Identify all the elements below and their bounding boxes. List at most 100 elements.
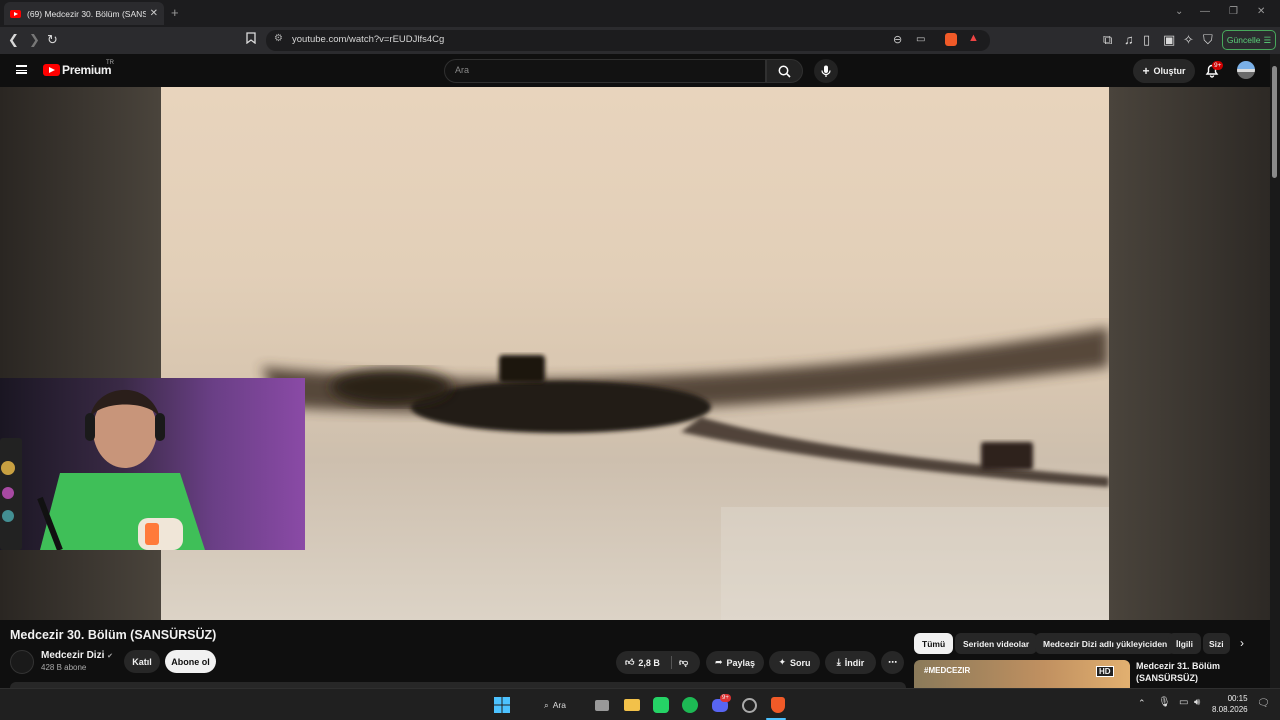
browser-tab[interactable]: (69) Medcezir 30. Bölüm (SANSÜ ✕ (4, 2, 164, 25)
network-icon[interactable]: ▭ (1179, 697, 1188, 708)
new-tab-icon[interactable]: + (171, 5, 179, 20)
share-label: Paylaş (726, 657, 756, 668)
subscribe-button[interactable]: Abone ol (165, 650, 216, 673)
like-dislike-group: 👍︎ 2,8 B 👎︎ (616, 651, 700, 674)
brave-shields-icon[interactable] (945, 33, 957, 46)
page-scrollbar[interactable] (1270, 54, 1280, 688)
scrollbar-thumb[interactable] (1272, 66, 1277, 178)
plus-icon: + (1142, 64, 1150, 78)
chip-all[interactable]: Tümü (914, 633, 954, 654)
divider (671, 656, 672, 669)
webcam-overlay (0, 378, 305, 550)
microphone-icon (821, 65, 831, 77)
sparkle-icon: ✦ (778, 657, 787, 667)
brave-browser-icon[interactable] (769, 696, 787, 714)
clock-time: 00:15 (1227, 694, 1248, 703)
youtube-premium-logo[interactable]: Premium TR (43, 60, 114, 77)
browser-tab-strip: (69) Medcezir 30. Bölüm (SANSÜ ✕ + ⌄ — ❐… (0, 0, 1280, 27)
more-icon: ⋯ (888, 657, 897, 667)
region-code: TR (106, 60, 114, 66)
verified-icon: ✔ (107, 653, 114, 660)
download-label: İndir (844, 657, 865, 668)
player-ambient-right (1109, 87, 1270, 620)
chip-uploader[interactable]: Medcezir Dizi adlı yükleyiciden (1035, 633, 1176, 654)
like-count: 2,8 B (638, 657, 660, 668)
youtube-favicon-icon (10, 9, 21, 18)
system-clock[interactable]: 00:15 8.08.2026 (1212, 693, 1248, 715)
chip-for-you[interactable]: Sizi (1203, 633, 1230, 654)
chip-series[interactable]: Seriden videolar (955, 633, 1038, 654)
media-icon[interactable]: ♫ (1124, 32, 1134, 48)
window-close-icon[interactable]: ✕ (1257, 6, 1265, 17)
video-title: Medcezir 30. Bölüm (SANSÜRSÜZ) (10, 628, 217, 642)
wallet-icon[interactable]: ▣ (1163, 32, 1175, 48)
thumbs-down-icon: 👎︎ (679, 657, 689, 667)
hamburger-menu-icon[interactable] (16, 65, 27, 74)
recommendation-title[interactable]: Medcezir 31. Bölüm (SANSÜRSÜZ) (1136, 660, 1246, 684)
thumb-text: #MEDCEZIR (924, 666, 971, 675)
create-button[interactable]: + Oluştur (1133, 59, 1195, 83)
like-button[interactable]: 👍︎ 2,8 B (625, 657, 660, 668)
notification-center-icon[interactable]: 🗨︎ (1257, 698, 1270, 709)
volume-icon[interactable]: 🔊︎ (1194, 697, 1200, 708)
restore-icon[interactable]: ❐ (1229, 6, 1238, 17)
tray-chevron-icon[interactable]: ⌃ (1138, 698, 1146, 709)
taskbar-search[interactable]: ⌕ Ara (528, 695, 582, 715)
tab-close-icon[interactable]: ✕ (150, 8, 158, 19)
spotify-icon[interactable] (681, 696, 699, 714)
join-button[interactable]: Katıl (124, 650, 160, 673)
search-box[interactable] (444, 59, 766, 83)
youtube-logo-icon (43, 64, 60, 76)
reload-icon[interactable]: ↻ (47, 32, 58, 48)
leo-ai-icon[interactable]: ✧ (1183, 32, 1194, 48)
back-icon[interactable]: ❮ (8, 32, 19, 48)
tray-mic-icon[interactable]: 🎙︎ (1158, 697, 1171, 708)
update-button[interactable]: Güncelle ☰ (1222, 30, 1276, 50)
extensions-icon[interactable]: ⧉ (1103, 32, 1112, 48)
ask-label: Soru (790, 657, 811, 668)
search-input[interactable] (455, 65, 745, 75)
browser-toolbar: ❮ ❯ ↻ ⚙ youtube.com/watch?v=rEUDJlfs4Cg … (0, 27, 1280, 54)
chevron-right-icon[interactable]: › (1240, 636, 1244, 650)
brave-rewards-icon[interactable]: ▲ (968, 32, 979, 44)
recommendation-thumbnail[interactable]: #MEDCEZIR HD (914, 660, 1130, 688)
channel-name-text: Medcezir Dizi (41, 650, 105, 661)
os-taskbar: ⌕ Ara 9+ ⌃ 🎙︎ ▭ 🔊︎ 00:15 8.08.2026 🗨︎ (0, 688, 1280, 720)
ask-button[interactable]: ✦ Soru (769, 651, 820, 674)
search-icon (778, 65, 791, 78)
search-icon: ⌕ (544, 699, 549, 710)
account-avatar[interactable] (1237, 61, 1255, 79)
share-button[interactable]: ➦ Paylaş (706, 651, 764, 674)
whatsapp-icon[interactable] (652, 696, 670, 714)
file-explorer-icon[interactable] (623, 696, 641, 714)
channel-avatar[interactable] (10, 650, 34, 674)
more-actions-button[interactable]: ⋯ (881, 651, 904, 674)
minimize-icon[interactable]: — (1200, 6, 1210, 17)
streamer-image (0, 389, 205, 550)
download-button[interactable]: ⤓ İndir (825, 651, 876, 674)
tab-search-chevron-icon[interactable]: ⌄ (1175, 6, 1183, 17)
notification-count-badge: 9+ (1212, 61, 1224, 70)
channel-name[interactable]: Medcezir Dizi ✔ (41, 650, 113, 661)
dislike-button[interactable]: 👎︎ (679, 657, 688, 668)
voice-search-button[interactable] (814, 59, 838, 83)
subscribe-label: Abone ol (171, 656, 210, 667)
share-icon: ➦ (714, 657, 723, 667)
site-settings-icon[interactable]: ⚙ (274, 33, 283, 44)
bookmark-icon[interactable] (246, 32, 256, 48)
vpn-icon[interactable]: ⛉ (1203, 32, 1213, 48)
search-button[interactable] (766, 59, 803, 83)
steam-icon[interactable] (740, 696, 758, 714)
task-view-icon[interactable] (593, 696, 611, 714)
windows-start-icon[interactable] (493, 696, 511, 714)
zoom-icon[interactable]: ⊖ (893, 33, 902, 46)
forward-icon[interactable]: ❯ (29, 32, 40, 48)
update-label: Güncelle (1226, 35, 1261, 45)
download-icon: ⤓ (836, 657, 841, 667)
subscriber-count: 428 B abone (41, 663, 87, 672)
sidebar-icon[interactable]: ▯ (1143, 32, 1150, 48)
chip-related[interactable]: İlgili (1168, 633, 1201, 654)
taskbar-search-label: Ara (552, 700, 566, 710)
address-bar[interactable]: ⚙ youtube.com/watch?v=rEUDJlfs4Cg ⊖ ▭ ▲ (266, 30, 990, 51)
cast-icon[interactable]: ▭ (916, 34, 925, 45)
